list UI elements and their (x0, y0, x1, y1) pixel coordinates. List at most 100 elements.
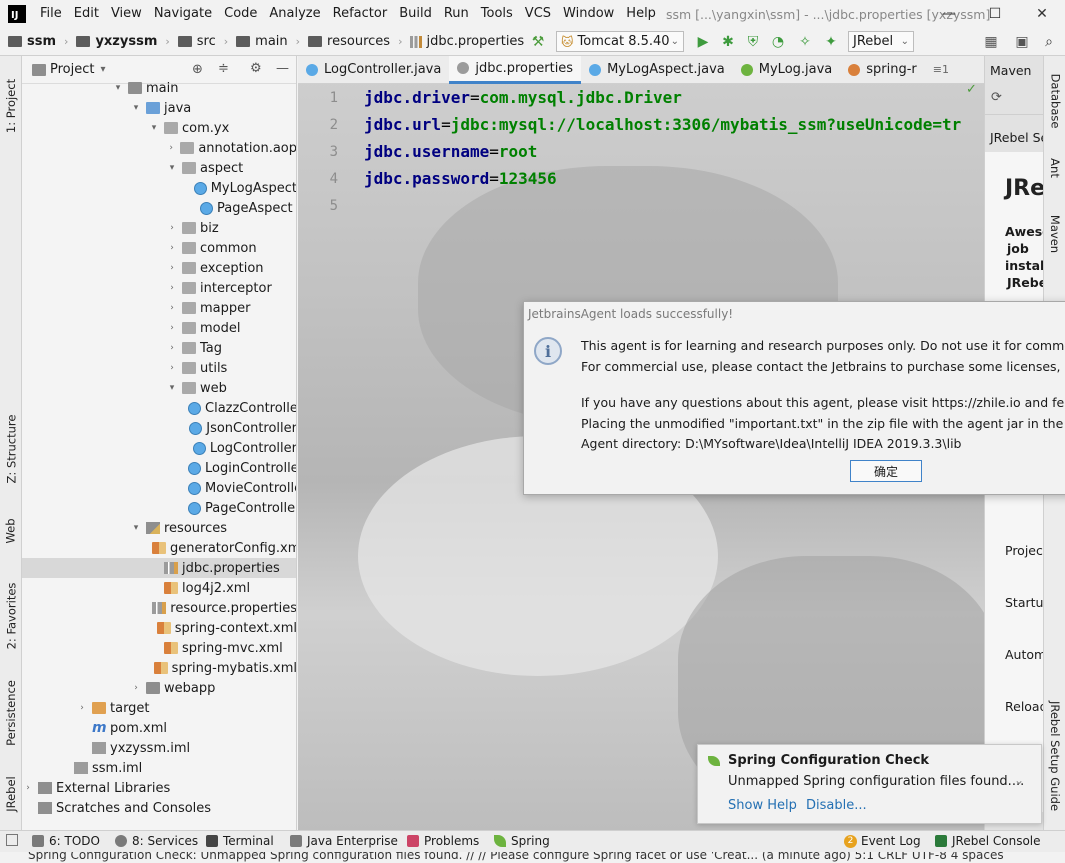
expand-arrow-icon[interactable]: › (166, 323, 178, 333)
tree-item[interactable]: › exception (22, 258, 296, 278)
tree-item[interactable]: ▾ resources (22, 518, 296, 538)
expand-arrow-icon[interactable]: › (22, 783, 34, 793)
tool-tab-problems[interactable]: Problems (407, 834, 479, 848)
profile-icon[interactable]: ◔ (770, 34, 786, 50)
expand-arrow-icon[interactable]: ▾ (130, 103, 142, 113)
run-configuration-select[interactable]: 🐱 Tomcat 8.5.40 ⌄ (556, 31, 684, 52)
tree-item[interactable]: › webapp (22, 678, 296, 698)
expand-arrow-icon[interactable]: › (166, 363, 178, 373)
tree-item[interactable]: ▾ web (22, 378, 296, 398)
tree-item[interactable]: › External Libraries (22, 778, 296, 798)
expand-arrow-icon[interactable]: ▾ (166, 383, 178, 393)
tree-item[interactable]: spring-mybatis.xml (22, 658, 296, 678)
setup-step-startup[interactable]: Startup (1005, 595, 1043, 610)
expand-arrow-icon[interactable]: › (76, 703, 88, 713)
tool-tab-ant[interactable]: Ant (1044, 148, 1065, 188)
chevron-down-icon[interactable]: ⌄ (1014, 773, 1024, 787)
breadcrumb-main[interactable]: main › (236, 34, 300, 49)
tree-item[interactable]: PageAspect (22, 198, 296, 218)
tree-item[interactable]: › interceptor (22, 278, 296, 298)
gear-icon[interactable]: ⚙ (250, 61, 262, 76)
breadcrumb-src[interactable]: src › (177, 34, 228, 49)
tree-item[interactable]: ClazzController (22, 398, 296, 418)
tree-item[interactable]: resource.properties (22, 598, 296, 618)
disable-link[interactable]: Disable... (806, 798, 867, 813)
menu-navigate[interactable]: Navigate (148, 0, 218, 28)
tree-item[interactable]: › common (22, 238, 296, 258)
code-line[interactable]: jdbc.driver=com.mysql.jdbc.Driver (364, 88, 682, 107)
jrebel-debug-icon[interactable]: ✦ (823, 34, 839, 50)
editor-tab[interactable]: LogController.java (298, 56, 449, 84)
tree-item[interactable]: m pom.xml (22, 718, 296, 738)
expand-arrow-icon[interactable]: › (166, 343, 178, 353)
menu-analyze[interactable]: Analyze (263, 0, 326, 28)
hide-icon[interactable]: — (276, 61, 289, 76)
search-icon[interactable]: ⌕ (1041, 34, 1057, 50)
tool-tab-jrebel-console[interactable]: JRebel Console (935, 834, 1041, 848)
breadcrumb-yxzyssm[interactable]: yxzyssm › (76, 34, 170, 49)
tool-tab-jrebel-setup-guide[interactable]: JRebel Setup Guide (1044, 686, 1065, 826)
setup-step-project[interactable]: Project (1005, 543, 1043, 558)
tool-tab-spring[interactable]: Spring (494, 834, 550, 848)
show-help-link[interactable]: Show Help (728, 798, 797, 813)
jrebel-run-icon[interactable]: ✧ (797, 34, 813, 50)
tool-tab-jrebel[interactable]: JRebel (0, 764, 22, 824)
tree-item[interactable]: › model (22, 318, 296, 338)
tool-tab-terminal[interactable]: Terminal (206, 834, 274, 848)
maximize-button[interactable]: ☐ (972, 0, 1018, 28)
tool-tab-project[interactable]: 1: Project (0, 66, 22, 146)
close-button[interactable]: ✕ (1019, 0, 1065, 28)
build-hammer-icon[interactable]: ⚒ (530, 34, 546, 50)
editor-tab[interactable]: MyLog.java (733, 56, 841, 84)
tree-item[interactable]: generatorConfig.xml (22, 538, 296, 558)
ok-button[interactable]: 确定 (850, 460, 922, 482)
setup-step-autom[interactable]: Autom (1005, 647, 1043, 662)
expand-arrow-icon[interactable]: › (166, 223, 178, 233)
debug-icon[interactable]: ✱ (720, 34, 736, 50)
expand-arrow-icon[interactable]: › (166, 243, 178, 253)
code-line[interactable]: jdbc.password=123456 (364, 169, 557, 188)
tree-item[interactable]: › annotation.aop (22, 138, 296, 158)
tree-item[interactable]: MyLogAspect (22, 178, 296, 198)
breadcrumb-ssm[interactable]: ssm › (8, 34, 68, 49)
expand-arrow-icon[interactable]: ▾ (166, 163, 178, 173)
code-line[interactable]: jdbc.url=jdbc:mysql://localhost:3306/myb… (364, 115, 961, 134)
menu-help[interactable]: Help (620, 0, 662, 28)
tool-tab-event-log[interactable]: 2 Event Log (844, 834, 921, 848)
tree-item[interactable]: ▾ com.yx (22, 118, 296, 138)
tree-item[interactable]: › target (22, 698, 296, 718)
tree-item[interactable]: JsonController (22, 418, 296, 438)
menu-build[interactable]: Build (393, 0, 438, 28)
expand-arrow-icon[interactable]: › (130, 683, 142, 693)
breadcrumb-resources[interactable]: resources › (308, 34, 402, 49)
tree-item[interactable]: PageController (22, 498, 296, 518)
tree-item[interactable]: LoginController (22, 458, 296, 478)
jrebel-select[interactable]: JRebel ⌄ (848, 31, 914, 52)
project-panel-title[interactable]: Project (50, 62, 94, 77)
menu-tools[interactable]: Tools (475, 0, 519, 28)
tree-item[interactable]: › Tag (22, 338, 296, 358)
code-line[interactable]: jdbc.username=root (364, 142, 537, 161)
layout-icon[interactable]: ▣ (1014, 34, 1030, 50)
chevron-down-icon[interactable]: ▾ (100, 64, 105, 75)
breadcrumb-jdbc-properties[interactable]: jdbc.properties (410, 34, 524, 49)
refresh-icon[interactable]: ⟳ (991, 90, 1002, 105)
menu-window[interactable]: Window (557, 0, 620, 28)
tree-item[interactable]: ▾ main (22, 78, 296, 98)
tree-item[interactable]: LogController (22, 438, 296, 458)
expand-arrow-icon[interactable]: › (166, 143, 176, 153)
tree-item[interactable]: ▾ aspect (22, 158, 296, 178)
tree-item[interactable]: jdbc.properties (22, 558, 296, 578)
coverage-icon[interactable]: ⛨ (745, 34, 761, 50)
tree-item[interactable]: log4j2.xml (22, 578, 296, 598)
tree-item[interactable]: ▾ java (22, 98, 296, 118)
minimize-button[interactable]: — (926, 0, 972, 28)
expand-arrow-icon[interactable]: ▾ (112, 83, 124, 93)
tool-tab-favorites[interactable]: 2: Favorites (0, 566, 22, 666)
menu-edit[interactable]: Edit (68, 0, 105, 28)
tool-tab-java-enterprise[interactable]: Java Enterprise (290, 834, 398, 848)
expand-arrow-icon[interactable]: › (166, 263, 178, 273)
run-icon[interactable]: ▶ (695, 34, 711, 50)
project-structure-icon[interactable]: ▦ (983, 34, 999, 50)
expand-arrow-icon[interactable]: › (166, 283, 178, 293)
